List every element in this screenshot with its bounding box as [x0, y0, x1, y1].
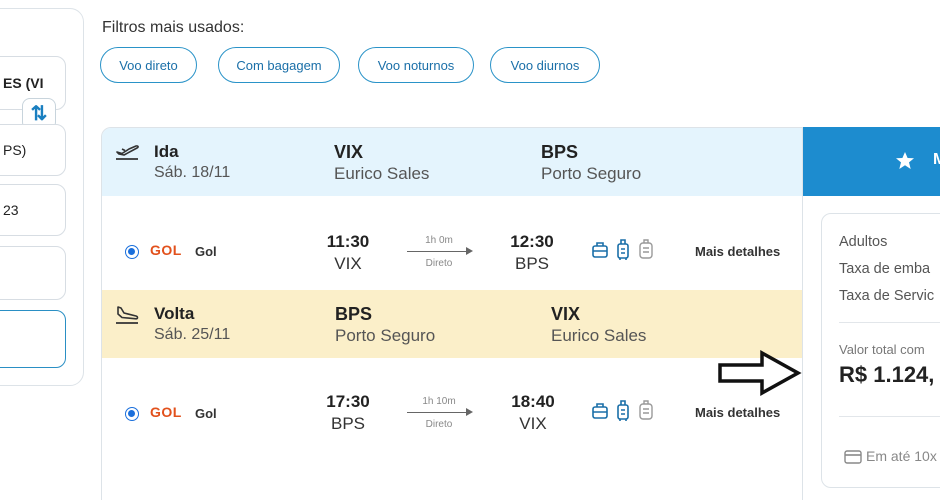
flight-stops: Direto: [425, 419, 453, 430]
flight-card: Ida Sáb. 18/11 VIX Eurico Sales BPS Port…: [101, 127, 803, 500]
divider: [839, 416, 940, 417]
price-summary: Adultos Taxa de emba Taxa de Servic Valo…: [821, 213, 940, 488]
return-date: Sáb. 25/11: [154, 326, 231, 343]
return-flight-option[interactable]: GOL Gol 17:30 BPS 1h 10m Direto 18:40 VI…: [102, 358, 802, 452]
summary-adults: Adultos: [839, 234, 888, 250]
gol-logo: GOL: [150, 242, 182, 258]
annotation-arrow-icon: [718, 350, 802, 396]
outbound-dest-city: Porto Seguro: [541, 164, 642, 183]
installments-text: Em até 10x: [866, 448, 937, 464]
more-details-link[interactable]: Mais detalhes: [695, 244, 780, 259]
destination-value: PS): [3, 142, 27, 158]
depart-time: 17:30: [326, 392, 370, 411]
return-dest-code: VIX: [551, 304, 581, 324]
return-origin-code: BPS: [335, 304, 373, 324]
filter-chip-voo-direto[interactable]: Voo direto: [100, 47, 197, 83]
arrive-time: 18:40: [511, 392, 555, 411]
route-arrow-icon: [407, 408, 473, 418]
outbound-header: Ida Sáb. 18/11 VIX Eurico Sales BPS Port…: [102, 128, 802, 196]
airline-name: Gol: [195, 244, 217, 259]
origin-value: ES (VI: [3, 75, 44, 91]
date-value: 23: [3, 202, 19, 218]
outbound-origin-code: VIX: [334, 142, 364, 162]
plane-landing-icon: [116, 306, 139, 324]
return-origin-city: Porto Seguro: [335, 326, 436, 345]
baggage-icon: [592, 239, 653, 260]
filter-chip-voo-noturnos[interactable]: Voo noturnos: [358, 47, 474, 83]
outbound-origin-city: Eurico Sales: [334, 164, 430, 183]
filter-chip-voo-diurnos[interactable]: Voo diurnos: [490, 47, 600, 83]
arrive-time: 12:30: [510, 232, 554, 251]
destination-field[interactable]: PS): [0, 124, 66, 176]
outbound-date: Sáb. 18/11: [154, 164, 231, 181]
return-header: Volta Sáb. 25/11 BPS Porto Seguro VIX Eu…: [102, 290, 802, 358]
arrive-code: VIX: [519, 414, 547, 433]
summary-service-fee: Taxa de Servic: [839, 288, 935, 304]
route-arrow-icon: [407, 247, 473, 257]
more-details-link[interactable]: Mais detalhes: [695, 405, 780, 420]
outbound-flight-option[interactable]: GOL Gol 11:30 VIX 1h 0m Direto 12:30 BPS…: [102, 196, 802, 290]
outbound-label: Ida: [154, 142, 179, 161]
outbound-radio[interactable]: [125, 245, 139, 259]
depart-time: 11:30: [326, 232, 370, 251]
star-icon: [896, 152, 914, 169]
flight-duration: 1h 0m: [425, 235, 453, 246]
total-label: Valor total com: [839, 342, 925, 357]
search-button[interactable]: [0, 310, 66, 368]
outbound-dest-code: BPS: [541, 142, 579, 162]
summary-header: M: [803, 127, 940, 196]
arrive-code: BPS: [514, 254, 550, 273]
filters-title: Filtros mais usados:: [102, 19, 245, 36]
divider: [839, 322, 940, 323]
flight-duration: 1h 10m: [422, 396, 456, 407]
gol-logo: GOL: [150, 404, 182, 420]
return-radio[interactable]: [125, 407, 139, 421]
depart-code: BPS: [330, 414, 366, 433]
flight-stops: Direto: [425, 258, 453, 269]
return-dest-city: Eurico Sales: [551, 326, 647, 345]
baggage-icon: [592, 400, 653, 421]
filter-chip-com-bagagem[interactable]: Com bagagem: [218, 47, 340, 83]
passengers-field[interactable]: [0, 246, 66, 300]
credit-card-icon: [844, 450, 862, 464]
plane-takeoff-icon: [116, 145, 139, 160]
return-label: Volta: [154, 304, 195, 323]
depart-code: VIX: [334, 254, 362, 273]
airline-name: Gol: [195, 406, 217, 421]
summary-header-text: M: [933, 151, 940, 168]
date-field[interactable]: 23: [0, 184, 66, 236]
summary-boarding-fee: Taxa de emba: [839, 261, 931, 277]
total-value: R$ 1.124,: [839, 362, 935, 387]
